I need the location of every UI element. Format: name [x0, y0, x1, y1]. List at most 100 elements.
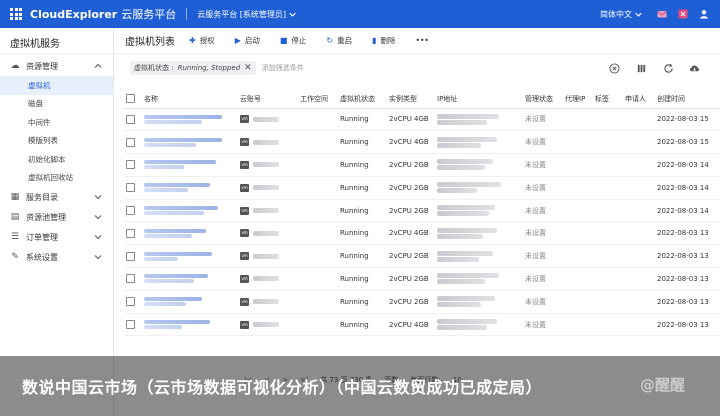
column-header-proxy-ip[interactable]: 代理IP	[563, 90, 593, 109]
instance-type-cell: 2vCPU 2GB	[387, 267, 435, 291]
table-row[interactable]: vm Running 2vCPU 2GB 未设置 2022-08-03 14	[124, 153, 720, 177]
list-icon: ☰	[10, 232, 20, 242]
grid-icon: ▦	[10, 192, 20, 202]
vmware-icon: vm	[240, 160, 249, 169]
table-row[interactable]: vm Running 2vCPU 4GB 未设置 2022-08-03 15	[124, 130, 720, 155]
vm-name-cell[interactable]	[142, 267, 238, 291]
sidebar-group-resource-pool[interactable]: ▤ 资源池管理	[0, 207, 113, 227]
row-checkbox[interactable]	[126, 251, 135, 261]
sidebar-item-disk[interactable]: 磁盘	[0, 95, 113, 114]
row-select-cell[interactable]	[124, 290, 142, 314]
column-header-account[interactable]: 云账号	[238, 90, 298, 109]
row-checkbox[interactable]	[126, 137, 135, 147]
applicant-cell	[623, 290, 655, 314]
manage-status-cell: 未设置	[523, 290, 563, 314]
row-select-cell[interactable]	[124, 221, 142, 246]
vm-name-cell[interactable]	[142, 313, 238, 337]
grant-button[interactable]: ✚ 授权	[189, 35, 215, 46]
sidebar-item-middleware[interactable]: 中间件	[0, 113, 113, 132]
start-button[interactable]: ▶ 启动	[235, 35, 260, 46]
filter-chip-value: Running, Stopped	[177, 64, 241, 72]
clear-filter-icon[interactable]	[609, 63, 620, 74]
cloud-account-cell: vm	[238, 176, 298, 200]
column-header-applicant[interactable]: 申请人	[623, 90, 655, 109]
columns-icon[interactable]	[636, 63, 647, 74]
sidebar-item-init-script[interactable]: 初始化脚本	[0, 150, 113, 169]
column-header-status[interactable]: 虚拟机状态	[338, 90, 387, 109]
table-row[interactable]: vm Running 2vCPU 2GB 未设置 2022-08-03 13	[124, 244, 720, 269]
row-select-cell[interactable]	[124, 108, 142, 132]
table-row[interactable]: vm Running 2vCPU 2GB 未设置 2022-08-03 13	[124, 267, 720, 291]
vm-name-cell[interactable]	[142, 290, 238, 314]
row-select-cell[interactable]	[124, 267, 142, 291]
sidebar-group-resource[interactable]: ☁ 资源管理	[0, 56, 113, 76]
filter-chip-status[interactable]: 虚拟机状态 : Running, Stopped ✕	[130, 61, 256, 75]
row-checkbox[interactable]	[126, 206, 135, 216]
row-select-cell[interactable]	[124, 199, 142, 223]
sidebar-group-catalog[interactable]: ▦ 服务目录	[0, 187, 113, 207]
row-checkbox[interactable]	[126, 228, 135, 238]
table-row[interactable]: vm Running 2vCPU 4GB 未设置 2022-08-03 15	[124, 108, 720, 132]
platform-selector[interactable]: 云服务平台 [系统管理员]	[197, 9, 296, 20]
close-icon[interactable]	[678, 9, 688, 19]
column-header-workspace[interactable]: 工作空间	[298, 90, 338, 109]
row-select-cell[interactable]	[124, 130, 142, 155]
vm-name-cell[interactable]	[142, 176, 238, 200]
row-select-cell[interactable]	[124, 153, 142, 177]
row-select-cell[interactable]	[124, 176, 142, 200]
sidebar-group-orders[interactable]: ☰ 订单管理	[0, 227, 113, 247]
filter-input[interactable]: 添加筛选条件	[262, 63, 304, 73]
table-row[interactable]: vm Running 2vCPU 2GB 未设置 2022-08-03 13	[124, 290, 720, 314]
select-all-cell[interactable]	[124, 90, 142, 109]
column-header-name[interactable]: 名称	[142, 90, 238, 109]
row-checkbox[interactable]	[126, 114, 135, 124]
restart-button[interactable]: ↻ 重启	[326, 35, 352, 46]
apps-grid-icon[interactable]	[10, 8, 22, 20]
table-row[interactable]: vm Running 2vCPU 4GB 未设置 2022-08-03 13	[124, 313, 720, 337]
more-button[interactable]: •••	[416, 36, 429, 45]
select-all-checkbox[interactable]	[126, 94, 135, 104]
row-checkbox[interactable]	[126, 274, 135, 284]
row-checkbox[interactable]	[126, 183, 135, 193]
chip-close-icon[interactable]: ✕	[244, 63, 252, 73]
download-icon[interactable]	[689, 63, 700, 74]
mail-icon[interactable]	[657, 9, 667, 19]
stop-button[interactable]: ■ 停止	[280, 35, 307, 46]
column-header-ip[interactable]: IP地址	[435, 90, 523, 109]
cloud-account-cell: vm	[238, 267, 298, 291]
row-checkbox[interactable]	[126, 160, 135, 170]
vm-name-cell[interactable]	[142, 108, 238, 132]
manage-status-cell: 未设置	[523, 267, 563, 291]
column-header-created[interactable]: 创建时间	[655, 90, 720, 109]
sidebar-group-settings[interactable]: ✎ 系统设置	[0, 247, 113, 267]
sidebar-item-vm-recycle[interactable]: 虚拟机回收站	[0, 169, 113, 188]
sidebar-item-vm[interactable]: 虚拟机	[0, 76, 113, 95]
applicant-cell	[623, 108, 655, 132]
row-select-cell[interactable]	[124, 313, 142, 337]
tags-cell	[593, 130, 623, 155]
column-header-manage-status[interactable]: 管理状态	[523, 90, 563, 109]
vm-name-cell[interactable]	[142, 244, 238, 269]
column-header-tags[interactable]: 标签	[593, 90, 623, 109]
language-selector[interactable]: 简体中文	[600, 9, 642, 20]
vm-name-cell[interactable]	[142, 153, 238, 177]
delete-button[interactable]: ▮ 删除	[372, 35, 395, 46]
row-select-cell[interactable]	[124, 244, 142, 269]
vm-name-cell[interactable]	[142, 130, 238, 155]
row-checkbox[interactable]	[126, 297, 135, 307]
table-row[interactable]: vm Running 2vCPU 4GB 未设置 2022-08-03 13	[124, 221, 720, 246]
workspace-cell	[298, 221, 338, 246]
row-checkbox[interactable]	[126, 320, 135, 330]
vmware-icon: vm	[240, 320, 249, 329]
user-icon[interactable]	[699, 9, 709, 19]
vm-name-cell[interactable]	[142, 221, 238, 246]
table-row[interactable]: vm Running 2vCPU 2GB 未设置 2022-08-03 14	[124, 199, 720, 223]
chevron-down-icon	[289, 12, 296, 17]
created-time-cell: 2022-08-03 15	[655, 108, 720, 132]
column-header-type[interactable]: 实例类型	[387, 90, 435, 109]
ip-address-cell	[435, 267, 523, 291]
table-row[interactable]: vm Running 2vCPU 2GB 未设置 2022-08-03 14	[124, 176, 720, 200]
sidebar-item-templates[interactable]: 模版列表	[0, 132, 113, 151]
vm-name-cell[interactable]	[142, 199, 238, 223]
refresh-icon[interactable]	[663, 63, 674, 74]
